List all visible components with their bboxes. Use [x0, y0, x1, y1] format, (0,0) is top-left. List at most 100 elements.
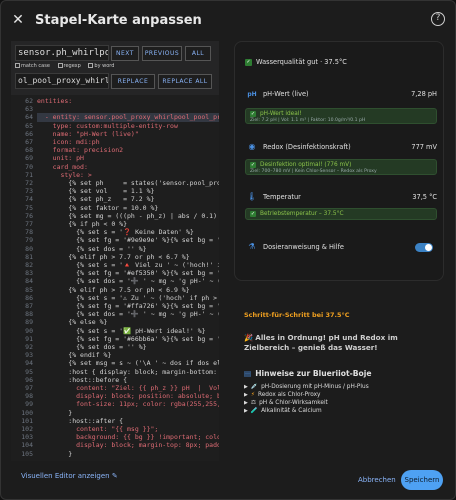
redox-badge-subtext: Ziel: 700–780 mV | Kein Chlor-Sensor – R… [250, 169, 377, 174]
line-number: 91 [25, 334, 33, 343]
code-line[interactable]: {% set fg = '#9e9e9e' %}{% set bg = 'rgb… [37, 236, 219, 244]
code-line[interactable]: :host::before { [37, 376, 127, 384]
flask-icon: ⚗ [248, 242, 256, 251]
next-button[interactable]: NEXT [111, 46, 139, 61]
line-number: 97 [25, 384, 33, 392]
code-area[interactable]: 62 entities: 63 64 - entity: sensor.pool_pr… [11, 97, 219, 461]
code-line[interactable]: {% endif %} [37, 351, 111, 359]
close-icon[interactable]: ✕ [1, 12, 35, 28]
help-icon[interactable]: ? [431, 12, 445, 26]
line-number: 104 [21, 441, 33, 450]
code-line[interactable]: content: "{{ msg }}"; [37, 425, 158, 433]
code-line[interactable]: name: "pH-Wert (live)" [37, 130, 139, 138]
line-number: 101 [21, 416, 33, 425]
checkbox-icon [15, 63, 20, 68]
cancel-button[interactable]: Abbrechen [358, 476, 396, 484]
triangle-icon: ▶ [244, 408, 248, 414]
code-line[interactable]: display: block; position: absolute; bott… [37, 392, 219, 400]
code-line[interactable]: {% set dos = '➕ ' ~ mg ~ 'g pH-' ~ ('Min… [37, 277, 219, 285]
code-line[interactable]: background: {{ bg }} !important; color: … [37, 433, 219, 441]
code-line[interactable]: {% set fg = '#ffa726' %}{% set bg = 'rgb… [37, 302, 219, 310]
code-line[interactable]: type: custom:multiple-entity-row [37, 122, 178, 130]
search-input[interactable]: sensor.ph_whirlpool [15, 45, 109, 61]
toggle-knob [425, 244, 432, 251]
hint-item[interactable]: ▶ 💉 pH-Dosierung mit pH-Minus / pH-Plus [244, 384, 436, 390]
code-line[interactable]: {% set fg = '#66bb6a' %}{% set bg = 'rgb… [37, 335, 219, 343]
code-line[interactable]: {% set s = '⚠ Zu ' ~ ('hoch' if ph > ph_… [37, 294, 219, 302]
ph-badge-text: pH-Wert ideal! [260, 111, 302, 117]
line-number: 77 [25, 220, 33, 228]
line-number: 75 [25, 203, 33, 212]
code-line[interactable]: display: block; margin-top: 8px; padding… [37, 441, 219, 449]
dosing-row[interactable]: ⚗ Dosieranweisung & Hilfe [245, 242, 437, 251]
hint-item[interactable]: ▶ 🧪 Alkalinität & Calcium [244, 408, 436, 414]
quality-row: ✓ Wasserqualität gut · 37.5°C [245, 58, 437, 66]
line-number: 66 [25, 129, 33, 138]
code-line[interactable]: {% set vol = 1.1 %} [37, 187, 154, 195]
dosing-toggle[interactable] [415, 243, 433, 252]
preview-card: ✓ Wasserqualität gut · 37.5°C pH pH-Wert… [234, 41, 444, 281]
code-line[interactable]: card_mod: [37, 163, 88, 171]
code-line[interactable]: } [37, 409, 72, 417]
code-line[interactable]: icon: mdi:ph [37, 138, 100, 146]
replace-button[interactable]: REPLACE [111, 74, 155, 89]
line-number: 93 [25, 351, 33, 360]
code-line[interactable]: {% else %} [37, 318, 107, 326]
code-line[interactable]: {% set fg = '#ef5350' %}{% set bg = 'rgb… [37, 269, 219, 277]
code-line[interactable]: unit: pH [37, 154, 84, 162]
all-button[interactable]: ALL [185, 46, 211, 61]
save-button[interactable]: Speichern [401, 470, 443, 490]
temperature-value: 37,5 °C [412, 192, 437, 201]
code-line[interactable]: {% elif ph > 7.5 or ph < 6.9 %} [37, 286, 189, 294]
previous-button[interactable]: PREVIOUS [142, 46, 182, 61]
code-line[interactable]: font-size: 11px; color: rgba(255,255,255… [37, 400, 219, 408]
code-line[interactable]: {% set dos = '' %} [37, 245, 146, 253]
check-icon: ✓ [250, 111, 256, 117]
code-line[interactable]: {% set msg = s ~ ('\A ' ~ dos if dos els… [37, 359, 219, 367]
code-line[interactable]: entities: [37, 97, 72, 105]
code-line[interactable]: {% set s = '✅ pH-Wert ideal!' %} [37, 327, 205, 335]
code-line[interactable]: {% set ph_z = 7.2 %} [37, 195, 154, 203]
code-line[interactable]: } [37, 450, 72, 458]
code-line[interactable]: {% set s = '🔺 Viel zu ' ~ ('hoch!' if ph… [37, 261, 219, 269]
code-line[interactable]: {% if ph < 0 %} [37, 220, 127, 228]
redox-row[interactable]: ◉ Redox (Desinfektionskraft) 777 mV [245, 142, 438, 151]
search-replace-panel: sensor.ph_whirlpool NEXT PREVIOUS ALL ma… [11, 41, 219, 95]
line-number: 67 [25, 138, 33, 146]
ph-row[interactable]: pH pH-Wert (live) 7,28 pH [245, 90, 437, 98]
code-line[interactable]: style: > [37, 171, 91, 179]
yaml-editor[interactable]: sensor.ph_whirlpool NEXT PREVIOUS ALL ma… [11, 41, 219, 461]
match-case-option[interactable]: match case [15, 63, 50, 69]
code-line[interactable]: {% elif ph > 7.7 or ph < 6.7 %} [37, 253, 189, 261]
replace-all-button[interactable]: REPLACE ALL [158, 74, 212, 89]
temperature-badge-text: Betriebstemperatur – 37.5°C [260, 211, 344, 217]
flask-icon: 🧪 [250, 408, 259, 414]
temperature-row[interactable]: 🌡 Temperatur 37,5 °C [245, 192, 437, 201]
hint-item[interactable]: ▶ ⚖ pH & Chlor-Wirksamkeit [244, 400, 436, 406]
replace-input[interactable]: ol_pool_proxy_whirlpool_ph [15, 73, 109, 89]
code-line[interactable]: format: precision2 [37, 146, 123, 154]
code-line[interactable]: {% set dos = '➕ ' ~ mg ~ 'g pH-' ~ ('Min… [37, 310, 219, 318]
line-number: 99 [25, 400, 33, 409]
code-line[interactable]: {% set dos = '' %} [37, 343, 146, 351]
step-by-step-text[interactable]: Schritt-für-Schritt bei 37.5°C [244, 311, 350, 319]
line-number: 64 [25, 113, 33, 122]
code-line[interactable]: content: "Ziel: {{ ph_z }} pH | Vol: {{ … [37, 384, 219, 392]
all-good-text: Alles in Ordnung! pH und Redox im Zielbe… [244, 333, 398, 352]
code-line[interactable]: {% set mg = (((ph - ph_z) | abs / 0.1) *… [37, 212, 219, 220]
regexp-option[interactable]: regexp [57, 63, 81, 69]
line-number: 72 [25, 179, 33, 187]
ph-label: pH-Wert (live) [263, 90, 309, 98]
hint-item[interactable]: ▶ ⚡ Redox als Chlor-Proxy [244, 392, 436, 398]
lightning-icon: ⚡ [250, 392, 255, 398]
thermometer-icon: 🌡 [246, 192, 258, 201]
code-line[interactable]: {% set ph = states('sensor.pool_proxy_wh… [37, 179, 219, 187]
code-line[interactable]: {% set s = '❓ Keine Daten' %} [37, 228, 194, 236]
line-number: 89 [25, 318, 33, 327]
code-line[interactable]: :host::after { [37, 417, 123, 425]
by-word-option[interactable]: by word [88, 63, 114, 69]
code-line[interactable]: {% set faktor = 10.0 %} [37, 204, 158, 212]
code-line[interactable]: :host { display: block; margin-bottom: 1… [37, 368, 219, 376]
hints-title-row: ▤ Hinweise zur Blueriiot-Boje [244, 369, 436, 378]
code-line[interactable]: - entity: sensor.pool_proxy_whirlpool_po… [37, 113, 219, 122]
